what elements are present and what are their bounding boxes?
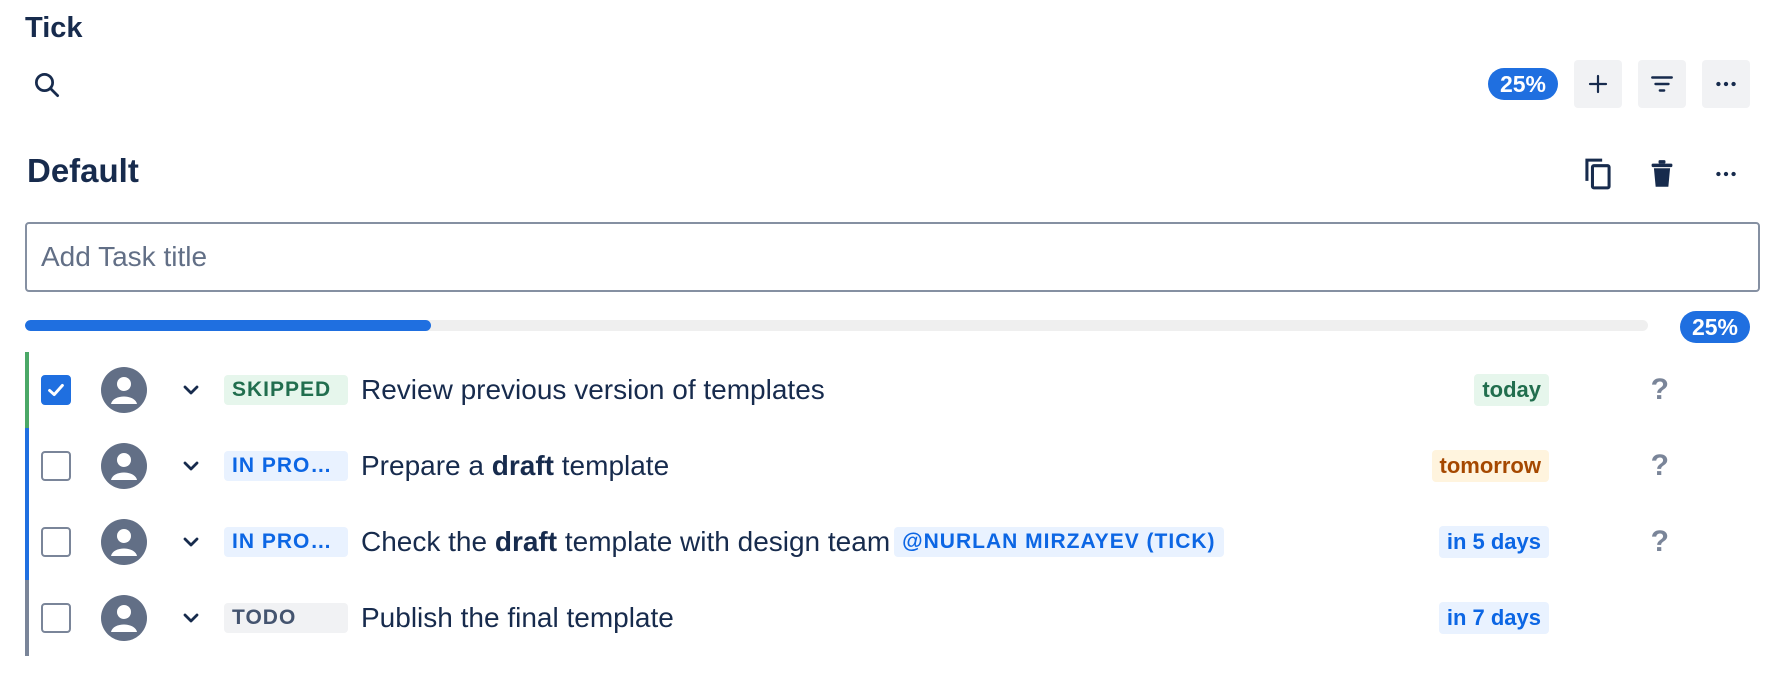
task-title-part: template with design team	[557, 526, 891, 557]
question-icon[interactable]: ?	[1651, 373, 1669, 407]
task-checkbox[interactable]	[41, 451, 71, 481]
chevron-down-icon[interactable]	[179, 454, 203, 478]
question-icon[interactable]: ?	[1651, 449, 1669, 483]
user-avatar-icon	[101, 443, 147, 489]
task-list: SKIPPED Review previous version of templa…	[25, 352, 1760, 656]
app-title: Tick	[25, 12, 83, 44]
avatar[interactable]	[101, 443, 147, 489]
task-row: SKIPPED Review previous version of templa…	[25, 352, 1760, 428]
list-progress-bar	[25, 320, 1648, 331]
status-lozenge[interactable]: IN PROGRESS	[224, 451, 348, 481]
chevron-down-icon[interactable]	[179, 606, 203, 630]
task-title[interactable]: Check the draft template with design tea…	[361, 526, 1224, 558]
add-list-button[interactable]	[1574, 60, 1622, 108]
task-title-part: template	[553, 450, 670, 481]
task-row: IN PROGRESS Check the draft template with…	[25, 504, 1760, 580]
task-checkbox[interactable]	[41, 527, 71, 557]
task-title-bold: draft	[491, 450, 554, 481]
more-horizontal-icon	[1716, 171, 1736, 177]
chevron-down-icon[interactable]	[179, 530, 203, 554]
due-date-lozenge[interactable]: in 5 days	[1438, 526, 1549, 558]
list-title[interactable]: Default	[27, 152, 139, 190]
chevron-down-icon[interactable]	[179, 378, 203, 402]
list-more-button[interactable]	[1702, 150, 1750, 198]
task-title-part: Prepare a	[361, 450, 492, 481]
task-checkbox[interactable]	[41, 375, 71, 405]
more-options-button[interactable]	[1702, 60, 1750, 108]
task-title[interactable]: Publish the final template	[361, 602, 674, 634]
delete-list-button[interactable]	[1638, 150, 1686, 198]
question-icon[interactable]: ?	[1651, 525, 1669, 559]
add-task-input[interactable]	[25, 222, 1760, 292]
avatar[interactable]	[101, 595, 147, 641]
due-date-lozenge[interactable]: in 7 days	[1438, 602, 1549, 634]
user-avatar-icon	[101, 519, 147, 565]
due-date-lozenge[interactable]: today	[1474, 374, 1549, 406]
more-horizontal-icon	[1716, 81, 1736, 87]
list-progress-badge: 25%	[1679, 311, 1750, 343]
progress-bar-fill	[25, 320, 431, 331]
user-avatar-icon	[101, 367, 147, 413]
task-title-part: Check the	[361, 526, 495, 557]
avatar[interactable]	[101, 519, 147, 565]
status-lozenge[interactable]: TODO	[224, 603, 348, 633]
status-lozenge[interactable]: IN PROGRESS	[224, 527, 348, 557]
search-icon[interactable]	[32, 70, 62, 100]
status-lozenge[interactable]: SKIPPED	[224, 375, 348, 405]
task-checkbox[interactable]	[41, 603, 71, 633]
task-title-part: Publish the final template	[361, 602, 674, 633]
copy-icon	[1585, 158, 1611, 190]
task-title-bold: draft	[494, 526, 558, 557]
task-title-part: Review previous version of templates	[361, 374, 825, 405]
user-avatar-icon	[101, 595, 147, 641]
trash-icon	[1651, 160, 1673, 187]
task-row: IN PROGRESS Prepare a draft template tomor…	[25, 428, 1760, 504]
task-row: TODO Publish the final template in 7 days	[25, 580, 1760, 656]
plus-icon	[1588, 74, 1608, 94]
top-toolbar: 25%	[1487, 60, 1750, 108]
task-title[interactable]: Review previous version of templates	[361, 374, 825, 406]
user-mention[interactable]: @NURLAN MIRZAYEV (TICK)	[894, 527, 1224, 557]
copy-list-button[interactable]	[1574, 150, 1622, 198]
task-title[interactable]: Prepare a draft template	[361, 450, 669, 482]
filter-button[interactable]	[1638, 60, 1686, 108]
due-date-lozenge[interactable]: tomorrow	[1431, 450, 1549, 482]
filter-icon	[1651, 76, 1673, 92]
overall-progress-badge: 25%	[1487, 68, 1558, 100]
avatar[interactable]	[101, 367, 147, 413]
list-actions	[1574, 150, 1750, 198]
check-icon	[48, 383, 64, 397]
